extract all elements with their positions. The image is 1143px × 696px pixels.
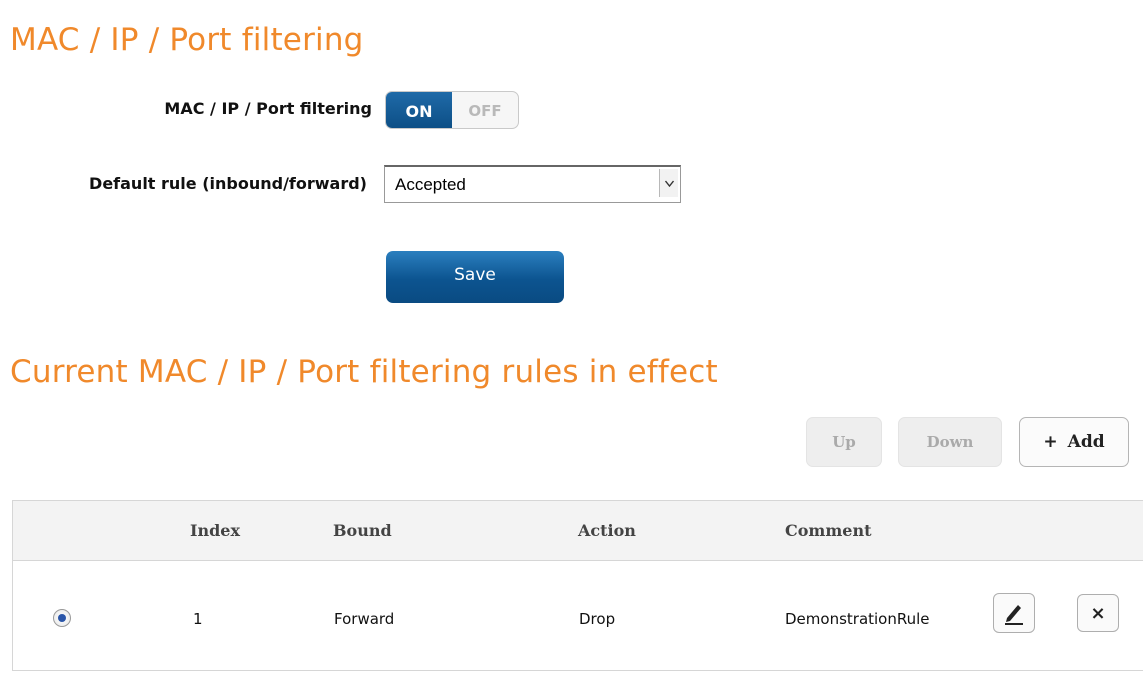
chevron-down-icon[interactable] bbox=[659, 169, 678, 197]
cell-comment: DemonstrationRule bbox=[785, 610, 930, 628]
header-comment: Comment bbox=[785, 521, 872, 540]
pencil-icon bbox=[1005, 605, 1023, 625]
save-button[interactable]: Save bbox=[386, 251, 564, 303]
default-rule-value: Accepted bbox=[395, 175, 466, 194]
header-action: Action bbox=[578, 521, 636, 540]
toggle-on-option[interactable]: ON bbox=[386, 92, 452, 128]
cell-index: 1 bbox=[193, 610, 203, 628]
down-button[interactable]: Down bbox=[898, 417, 1002, 467]
add-button-label: Add bbox=[1067, 432, 1105, 452]
cell-bound: Forward bbox=[334, 610, 395, 628]
edit-button[interactable] bbox=[993, 593, 1035, 633]
rules-table: Index Bound Action Comment 1 Forward Dro… bbox=[12, 500, 1143, 671]
close-icon: × bbox=[1090, 602, 1106, 624]
toggle-off-option[interactable]: OFF bbox=[452, 92, 518, 128]
add-button[interactable]: + Add bbox=[1019, 417, 1129, 467]
default-rule-select[interactable]: Accepted bbox=[384, 165, 681, 203]
rules-section-title: Current MAC / IP / Port filtering rules … bbox=[10, 354, 718, 390]
page-title: MAC / IP / Port filtering bbox=[10, 22, 364, 58]
filtering-toggle[interactable]: ON OFF bbox=[385, 91, 519, 129]
up-button[interactable]: Up bbox=[806, 417, 882, 467]
table-header: Index Bound Action Comment bbox=[13, 501, 1143, 561]
plus-icon: + bbox=[1043, 432, 1058, 452]
filtering-label: MAC / IP / Port filtering bbox=[164, 99, 372, 118]
delete-button[interactable]: × bbox=[1077, 594, 1119, 632]
default-rule-label: Default rule (inbound/forward) bbox=[89, 174, 367, 193]
header-bound: Bound bbox=[333, 521, 392, 540]
cell-action: Drop bbox=[579, 610, 616, 628]
header-index: Index bbox=[190, 521, 241, 540]
row-select-radio[interactable] bbox=[53, 609, 71, 627]
